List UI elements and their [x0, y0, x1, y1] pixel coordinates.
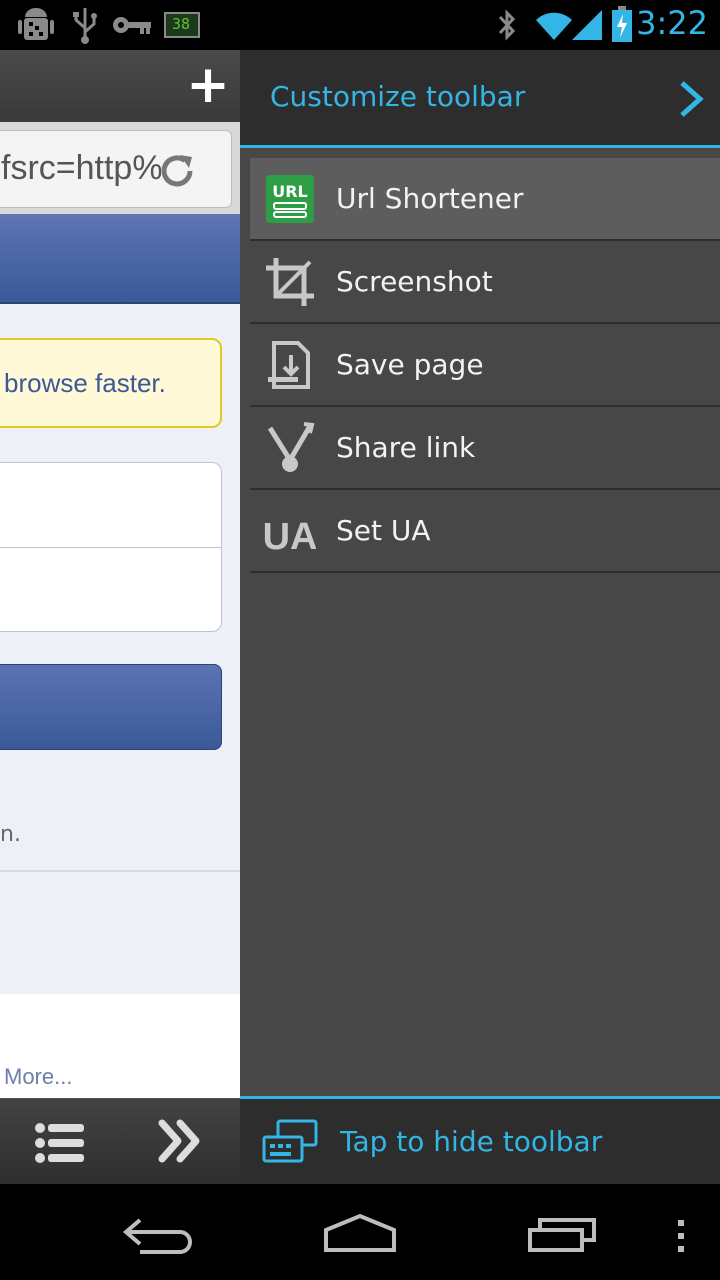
- android-debug-icon: [18, 8, 54, 40]
- status-time: 3:22: [636, 4, 708, 42]
- browser-url-row: fsrc=http%: [0, 122, 240, 214]
- double-chevron-right-icon[interactable]: [156, 1117, 204, 1165]
- key-icon: [113, 17, 151, 34]
- email-field[interactable]: [0, 463, 221, 547]
- signal-icon: [572, 10, 602, 40]
- menu-item-label: Save page: [336, 348, 484, 381]
- new-tab-plus-icon[interactable]: +: [186, 59, 230, 111]
- recent-apps-icon[interactable]: [526, 1216, 598, 1254]
- crop-icon: [266, 258, 314, 306]
- chevron-right-icon[interactable]: [676, 80, 706, 118]
- page-content: browse faster. n.: [0, 304, 240, 994]
- url-icon-text: URL: [272, 182, 308, 201]
- menu-item-url-shortener[interactable]: URL Url Shortener: [250, 158, 720, 241]
- url-text: fsrc=http%: [1, 149, 161, 187]
- page-notice: browse faster.: [0, 338, 222, 428]
- menu-item-label: Url Shortener: [336, 182, 524, 215]
- reload-icon[interactable]: [157, 151, 197, 191]
- status-bar: 38 3:22: [0, 0, 720, 50]
- system-navigation-bar: [0, 1184, 720, 1280]
- menu-item-set-ua[interactable]: UA Set UA: [250, 490, 720, 573]
- url-shortener-icon: URL: [266, 175, 314, 223]
- overflow-menu-icon[interactable]: [674, 1218, 688, 1254]
- page-header-bar: [0, 214, 240, 304]
- menu-item-screenshot[interactable]: Screenshot: [250, 241, 720, 324]
- panel-header[interactable]: Customize toolbar: [240, 50, 720, 148]
- set-ua-icon: UA: [264, 516, 316, 557]
- wifi-icon: [536, 12, 572, 41]
- browser-tab-bar: +: [0, 50, 240, 122]
- usb-icon: [73, 8, 97, 44]
- url-field[interactable]: fsrc=http%: [0, 130, 232, 208]
- more-link[interactable]: More...: [4, 1064, 72, 1090]
- login-fields: [0, 462, 222, 632]
- menu-item-share-link[interactable]: Share link: [250, 407, 720, 490]
- home-icon[interactable]: [322, 1212, 398, 1254]
- browser-view: + fsrc=http% browse faster. n. More...: [0, 50, 240, 1184]
- menu-item-save-page[interactable]: Save page: [250, 324, 720, 407]
- battery-widget-icon: 38: [164, 12, 200, 38]
- login-button[interactable]: [0, 664, 222, 750]
- bluetooth-icon: [498, 9, 516, 41]
- password-field[interactable]: [0, 548, 221, 632]
- customize-toolbar-panel: Customize toolbar URL Url Shortener Scre…: [240, 50, 720, 1184]
- page-divider: [0, 870, 240, 872]
- list-icon[interactable]: [34, 1121, 86, 1165]
- battery-charging-icon: [612, 6, 632, 42]
- share-link-icon: [267, 422, 315, 472]
- back-icon[interactable]: [122, 1214, 196, 1254]
- hide-toolbar-label: Tap to hide toolbar: [340, 1125, 603, 1158]
- page-footer: More...: [0, 994, 240, 1098]
- menu-item-label: Screenshot: [336, 265, 493, 298]
- menu-item-label: Set UA: [336, 514, 431, 547]
- ua-icon-text: UA: [264, 516, 316, 557]
- toolbar-item-list: URL Url Shortener Screenshot Save page S…: [250, 158, 720, 573]
- page-notice-text: browse faster.: [4, 368, 166, 398]
- save-page-icon: [268, 341, 310, 389]
- hide-toolbar-button[interactable]: Tap to hide toolbar: [240, 1096, 720, 1184]
- keyboard-toolbar-icon: [262, 1119, 318, 1163]
- page-footnote: n.: [0, 822, 21, 847]
- browser-bottom-bar: [0, 1098, 240, 1184]
- panel-title: Customize toolbar: [270, 80, 526, 113]
- battery-widget-text: 38: [172, 15, 191, 33]
- menu-item-label: Share link: [336, 431, 476, 464]
